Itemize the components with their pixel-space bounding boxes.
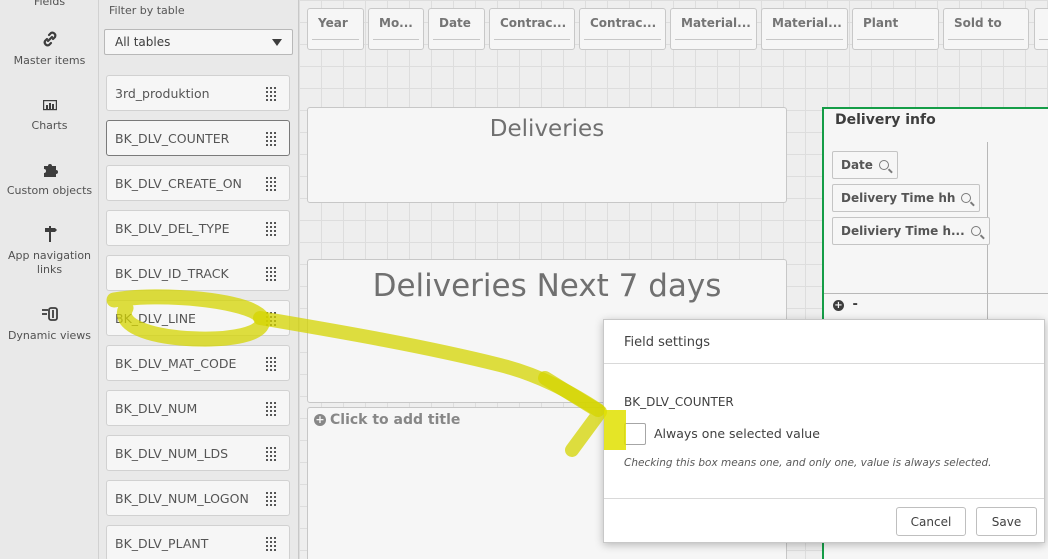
dialog-footer-divider bbox=[604, 498, 1044, 499]
dialog-help-text: Checking this box means one, and only on… bbox=[624, 457, 992, 469]
field-settings-dialog: Field settings BK_DLV_COUNTER Always one… bbox=[603, 319, 1045, 543]
cancel-button[interactable]: Cancel bbox=[896, 507, 966, 536]
dialog-field-name: BK_DLV_COUNTER bbox=[624, 395, 734, 409]
save-button[interactable]: Save bbox=[976, 507, 1037, 536]
always-one-selected-checkbox[interactable] bbox=[624, 423, 646, 445]
dialog-header-divider bbox=[604, 363, 1044, 364]
always-one-selected-label[interactable]: Always one selected value bbox=[654, 426, 820, 441]
dialog-title: Field settings bbox=[624, 335, 710, 350]
